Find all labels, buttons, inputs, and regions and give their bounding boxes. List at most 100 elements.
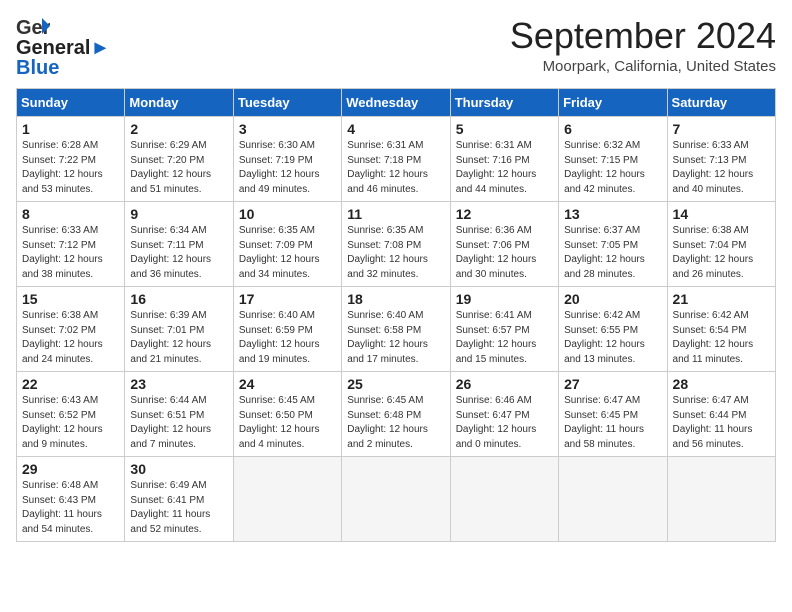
- logo-blue: Blue: [16, 58, 110, 78]
- day-info: Sunrise: 6:42 AM Sunset: 6:55 PM Dayligh…: [564, 309, 661, 367]
- day-number: 30: [130, 461, 227, 477]
- day-info: Sunrise: 6:38 AM Sunset: 7:02 PM Dayligh…: [22, 309, 119, 367]
- calendar-cell: 9 Sunrise: 6:34 AM Sunset: 7:11 PM Daylig…: [125, 202, 233, 287]
- logo-general: General►: [16, 38, 110, 58]
- calendar-cell: 5 Sunrise: 6:31 AM Sunset: 7:16 PM Daylig…: [450, 117, 558, 202]
- logo: General General► Blue: [16, 16, 110, 78]
- weekday-header-friday: Friday: [559, 89, 667, 117]
- day-info: Sunrise: 6:34 AM Sunset: 7:11 PM Dayligh…: [130, 224, 227, 282]
- calendar-cell: 12 Sunrise: 6:36 AM Sunset: 7:06 PM Dayli…: [450, 202, 558, 287]
- day-number: 23: [130, 376, 227, 392]
- day-info: Sunrise: 6:47 AM Sunset: 6:44 PM Dayligh…: [673, 394, 770, 452]
- weekday-header-thursday: Thursday: [450, 89, 558, 117]
- weekday-header-tuesday: Tuesday: [233, 89, 341, 117]
- day-number: 27: [564, 376, 661, 392]
- calendar-cell: 11 Sunrise: 6:35 AM Sunset: 7:08 PM Dayli…: [342, 202, 450, 287]
- day-number: 7: [673, 121, 770, 137]
- calendar-cell: 6Sunrise: 6:32 AM Sunset: 7:15 PM Daylig…: [559, 117, 667, 202]
- day-number: 18: [347, 291, 444, 307]
- calendar-cell: 27 Sunrise: 6:47 AM Sunset: 6:45 PM Dayli…: [559, 372, 667, 457]
- day-number: 17: [239, 291, 336, 307]
- day-info: Sunrise: 6:45 AM Sunset: 6:50 PM Dayligh…: [239, 394, 336, 452]
- calendar-cell: 3 Sunrise: 6:30 AM Sunset: 7:19 PM Daylig…: [233, 117, 341, 202]
- day-number: 14: [673, 206, 770, 222]
- weekday-header-saturday: Saturday: [667, 89, 775, 117]
- day-number: 5: [456, 121, 553, 137]
- calendar-week-row: 1 Sunrise: 6:28 AM Sunset: 7:22 PM Daylig…: [17, 117, 776, 202]
- calendar-cell: [450, 457, 558, 542]
- day-number: 28: [673, 376, 770, 392]
- page-header: General General► Blue September 2024 Moo…: [16, 16, 776, 78]
- weekday-header-wednesday: Wednesday: [342, 89, 450, 117]
- weekday-header-sunday: Sunday: [17, 89, 125, 117]
- title-area: September 2024 Moorpark, California, Uni…: [510, 16, 776, 75]
- weekday-header-monday: Monday: [125, 89, 233, 117]
- calendar-table: SundayMondayTuesdayWednesdayThursdayFrid…: [16, 88, 776, 542]
- calendar-cell: 24 Sunrise: 6:45 AM Sunset: 6:50 PM Dayli…: [233, 372, 341, 457]
- day-info: Sunrise: 6:32 AM Sunset: 7:15 PM Dayligh…: [564, 139, 661, 197]
- weekday-header-row: SundayMondayTuesdayWednesdayThursdayFrid…: [17, 89, 776, 117]
- day-number: 9: [130, 206, 227, 222]
- calendar-cell: 8Sunrise: 6:33 AM Sunset: 7:12 PM Daylig…: [17, 202, 125, 287]
- day-number: 22: [22, 376, 119, 392]
- day-number: 4: [347, 121, 444, 137]
- day-number: 16: [130, 291, 227, 307]
- calendar-cell: 15 Sunrise: 6:38 AM Sunset: 7:02 PM Dayli…: [17, 287, 125, 372]
- day-number: 15: [22, 291, 119, 307]
- calendar-cell: 2 Sunrise: 6:29 AM Sunset: 7:20 PM Daylig…: [125, 117, 233, 202]
- day-info: Sunrise: 6:48 AM Sunset: 6:43 PM Dayligh…: [22, 479, 119, 537]
- calendar-cell: 18Sunrise: 6:40 AM Sunset: 6:58 PM Dayli…: [342, 287, 450, 372]
- calendar-cell: 1 Sunrise: 6:28 AM Sunset: 7:22 PM Daylig…: [17, 117, 125, 202]
- day-info: Sunrise: 6:30 AM Sunset: 7:19 PM Dayligh…: [239, 139, 336, 197]
- calendar-cell: 29Sunrise: 6:48 AM Sunset: 6:43 PM Dayli…: [17, 457, 125, 542]
- calendar-cell: 25Sunrise: 6:45 AM Sunset: 6:48 PM Dayli…: [342, 372, 450, 457]
- day-info: Sunrise: 6:46 AM Sunset: 6:47 PM Dayligh…: [456, 394, 553, 452]
- calendar-cell: 7Sunrise: 6:33 AM Sunset: 7:13 PM Daylig…: [667, 117, 775, 202]
- day-info: Sunrise: 6:31 AM Sunset: 7:16 PM Dayligh…: [456, 139, 553, 197]
- calendar-cell: 23Sunrise: 6:44 AM Sunset: 6:51 PM Dayli…: [125, 372, 233, 457]
- calendar-week-row: 22Sunrise: 6:43 AM Sunset: 6:52 PM Dayli…: [17, 372, 776, 457]
- day-number: 12: [456, 206, 553, 222]
- day-info: Sunrise: 6:38 AM Sunset: 7:04 PM Dayligh…: [673, 224, 770, 282]
- calendar-cell: 17 Sunrise: 6:40 AM Sunset: 6:59 PM Dayli…: [233, 287, 341, 372]
- calendar-cell: 13 Sunrise: 6:37 AM Sunset: 7:05 PM Dayli…: [559, 202, 667, 287]
- day-info: Sunrise: 6:40 AM Sunset: 6:59 PM Dayligh…: [239, 309, 336, 367]
- location: Moorpark, California, United States: [510, 58, 776, 75]
- calendar-cell: 30 Sunrise: 6:49 AM Sunset: 6:41 PM Dayli…: [125, 457, 233, 542]
- day-number: 10: [239, 206, 336, 222]
- day-info: Sunrise: 6:28 AM Sunset: 7:22 PM Dayligh…: [22, 139, 119, 197]
- day-number: 25: [347, 376, 444, 392]
- day-info: Sunrise: 6:33 AM Sunset: 7:12 PM Dayligh…: [22, 224, 119, 282]
- day-number: 11: [347, 206, 444, 222]
- day-number: 1: [22, 121, 119, 137]
- day-info: Sunrise: 6:35 AM Sunset: 7:09 PM Dayligh…: [239, 224, 336, 282]
- day-number: 2: [130, 121, 227, 137]
- calendar-cell: 20 Sunrise: 6:42 AM Sunset: 6:55 PM Dayli…: [559, 287, 667, 372]
- day-info: Sunrise: 6:49 AM Sunset: 6:41 PM Dayligh…: [130, 479, 227, 537]
- calendar-cell: 26Sunrise: 6:46 AM Sunset: 6:47 PM Dayli…: [450, 372, 558, 457]
- day-number: 21: [673, 291, 770, 307]
- day-info: Sunrise: 6:42 AM Sunset: 6:54 PM Dayligh…: [673, 309, 770, 367]
- month-title: September 2024: [510, 16, 776, 56]
- day-info: Sunrise: 6:41 AM Sunset: 6:57 PM Dayligh…: [456, 309, 553, 367]
- calendar-cell: 19 Sunrise: 6:41 AM Sunset: 6:57 PM Dayli…: [450, 287, 558, 372]
- calendar-cell: 10 Sunrise: 6:35 AM Sunset: 7:09 PM Dayli…: [233, 202, 341, 287]
- day-info: Sunrise: 6:47 AM Sunset: 6:45 PM Dayligh…: [564, 394, 661, 452]
- calendar-cell: 21 Sunrise: 6:42 AM Sunset: 6:54 PM Dayli…: [667, 287, 775, 372]
- day-info: Sunrise: 6:35 AM Sunset: 7:08 PM Dayligh…: [347, 224, 444, 282]
- calendar-week-row: 15 Sunrise: 6:38 AM Sunset: 7:02 PM Dayli…: [17, 287, 776, 372]
- calendar-week-row: 8Sunrise: 6:33 AM Sunset: 7:12 PM Daylig…: [17, 202, 776, 287]
- day-info: Sunrise: 6:31 AM Sunset: 7:18 PM Dayligh…: [347, 139, 444, 197]
- calendar-cell: [559, 457, 667, 542]
- calendar-cell: 16Sunrise: 6:39 AM Sunset: 7:01 PM Dayli…: [125, 287, 233, 372]
- calendar-cell: 4 Sunrise: 6:31 AM Sunset: 7:18 PM Daylig…: [342, 117, 450, 202]
- day-number: 20: [564, 291, 661, 307]
- day-info: Sunrise: 6:36 AM Sunset: 7:06 PM Dayligh…: [456, 224, 553, 282]
- day-info: Sunrise: 6:29 AM Sunset: 7:20 PM Dayligh…: [130, 139, 227, 197]
- day-number: 24: [239, 376, 336, 392]
- day-number: 13: [564, 206, 661, 222]
- day-number: 3: [239, 121, 336, 137]
- day-info: Sunrise: 6:37 AM Sunset: 7:05 PM Dayligh…: [564, 224, 661, 282]
- calendar-cell: [233, 457, 341, 542]
- day-number: 19: [456, 291, 553, 307]
